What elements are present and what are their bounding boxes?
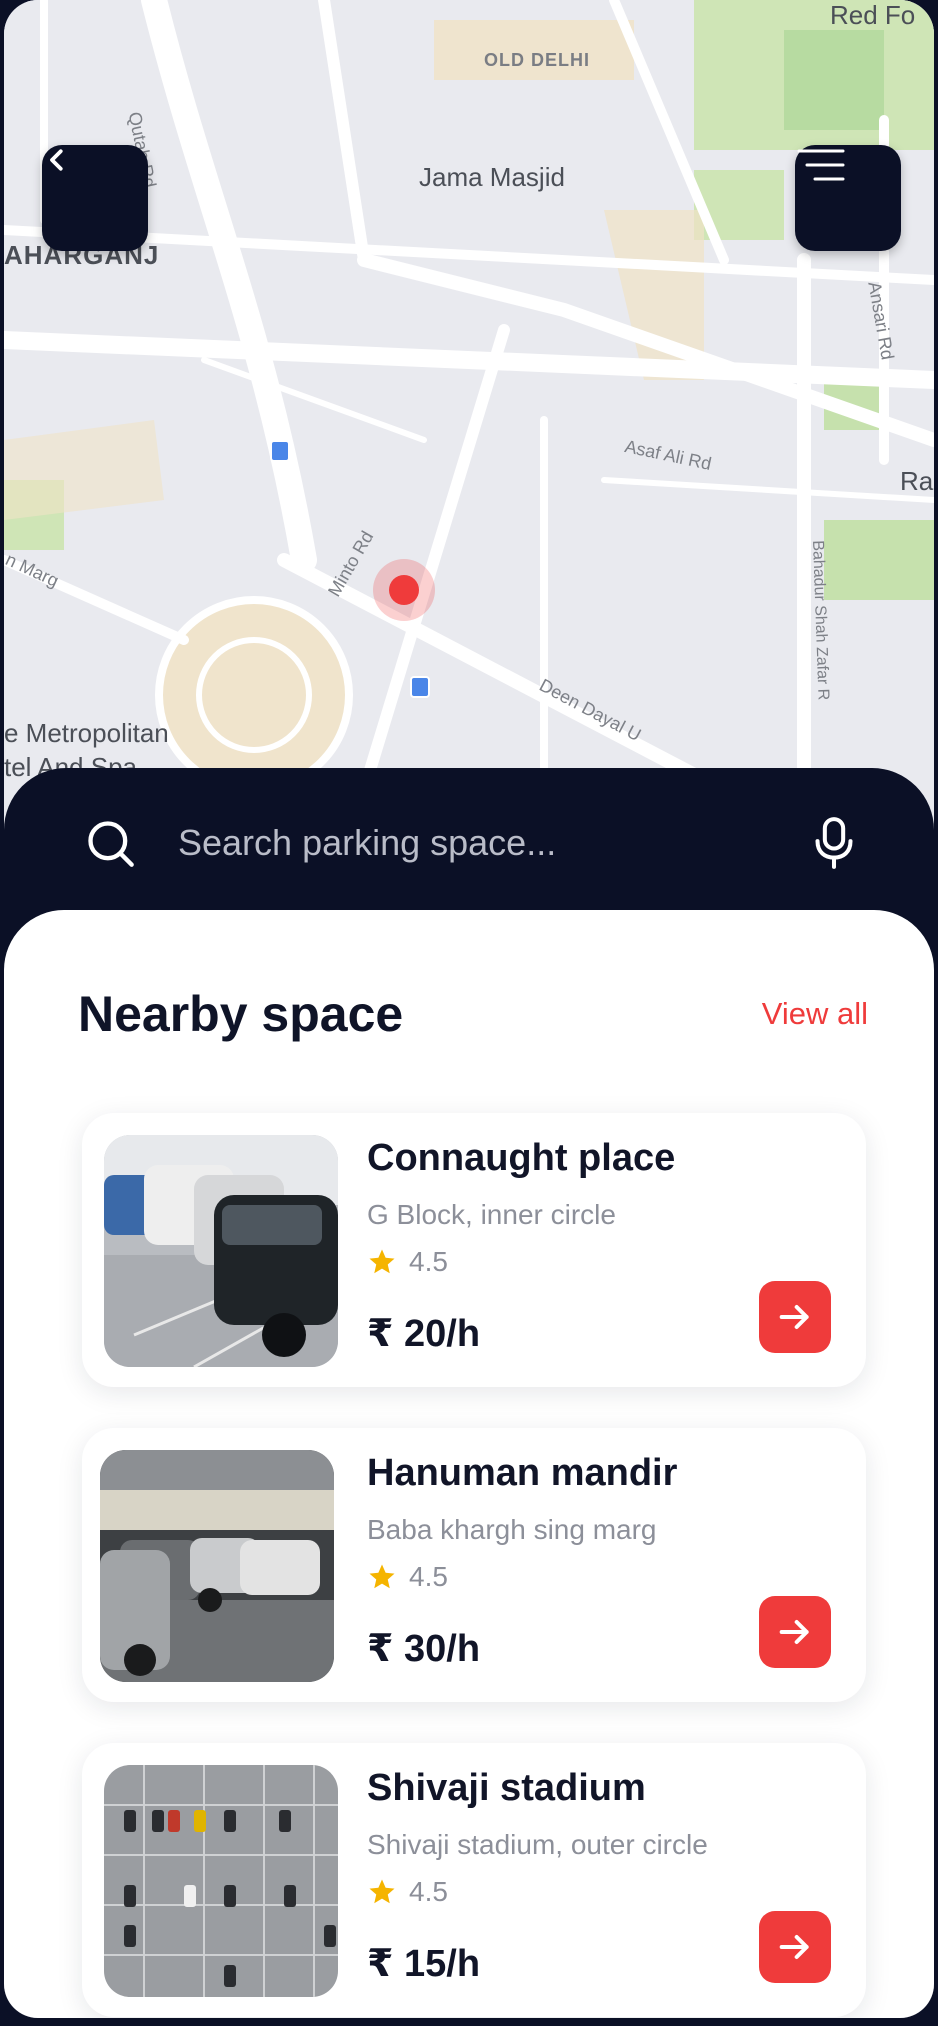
menu-icon: [797, 149, 845, 181]
back-button[interactable]: [42, 145, 148, 251]
arrow-right-icon: [779, 1620, 809, 1644]
parking-name: Shivaji stadium: [367, 1767, 646, 1809]
chevron-left-icon: [50, 149, 63, 171]
map-label-old-delhi: OLD DELHI: [484, 50, 590, 70]
rating-value: 4.5: [409, 1561, 448, 1592]
parking-name: Connaught place: [367, 1137, 676, 1179]
map-label-metropolitan: e Metropolitan: [4, 718, 169, 748]
menu-button[interactable]: [795, 145, 901, 251]
parking-card[interactable]: Connaught place G Block, inner circle 4.…: [82, 1113, 866, 1387]
location-pin-icon[interactable]: [373, 559, 435, 621]
map-label-jama-masjid: Jama Masjid: [419, 162, 565, 192]
go-button[interactable]: [759, 1596, 831, 1668]
go-button[interactable]: [759, 1911, 831, 1983]
bus-stop-icon: [270, 440, 290, 462]
parking-photo: [104, 1135, 338, 1367]
parking-price: ₹ 30/h: [367, 1628, 481, 1670]
parking-rating: 4.5: [367, 1246, 448, 1278]
arrow-right-icon: [779, 1305, 809, 1329]
mic-icon[interactable]: [804, 813, 864, 873]
map-label-red-fort: Red Fo: [830, 0, 916, 30]
star-icon: [369, 1249, 395, 1274]
rating-value: 4.5: [409, 1876, 448, 1907]
parking-photo: [100, 1450, 334, 1682]
parking-photo: [104, 1765, 338, 1997]
parking-address: G Block, inner circle: [367, 1199, 616, 1230]
bus-stop-icon: [410, 676, 430, 698]
star-icon: [369, 1564, 395, 1589]
search-icon[interactable]: [80, 813, 140, 873]
parking-name: Hanuman mandir: [367, 1452, 678, 1494]
search-bar[interactable]: [4, 768, 934, 918]
parking-rating: 4.5: [367, 1876, 448, 1908]
map-label-ra: Ra: [900, 466, 934, 496]
app-screen: OLD DELHI Jama Masjid AHARGANJ Qutab Rd …: [4, 0, 934, 2018]
parking-card[interactable]: Shivaji stadium Shivaji stadium, outer c…: [82, 1743, 866, 2017]
parking-address: Shivaji stadium, outer circle: [367, 1829, 708, 1860]
arrow-right-icon: [779, 1935, 809, 1959]
search-input[interactable]: [178, 822, 804, 864]
section-title: Nearby space: [78, 986, 404, 1042]
nearby-header: Nearby space View all: [78, 985, 868, 1043]
parking-price: ₹ 20/h: [367, 1313, 481, 1355]
view-all-link[interactable]: View all: [762, 996, 868, 1032]
rating-value: 4.5: [409, 1246, 448, 1277]
go-button[interactable]: [759, 1281, 831, 1353]
map-view[interactable]: OLD DELHI Jama Masjid AHARGANJ Qutab Rd …: [4, 0, 934, 800]
parking-rating: 4.5: [367, 1561, 448, 1593]
parking-card[interactable]: Hanuman mandir Baba khargh sing marg 4.5…: [82, 1428, 866, 1702]
parking-price: ₹ 15/h: [367, 1943, 481, 1985]
parking-address: Baba khargh sing marg: [367, 1514, 657, 1545]
star-icon: [369, 1879, 395, 1904]
